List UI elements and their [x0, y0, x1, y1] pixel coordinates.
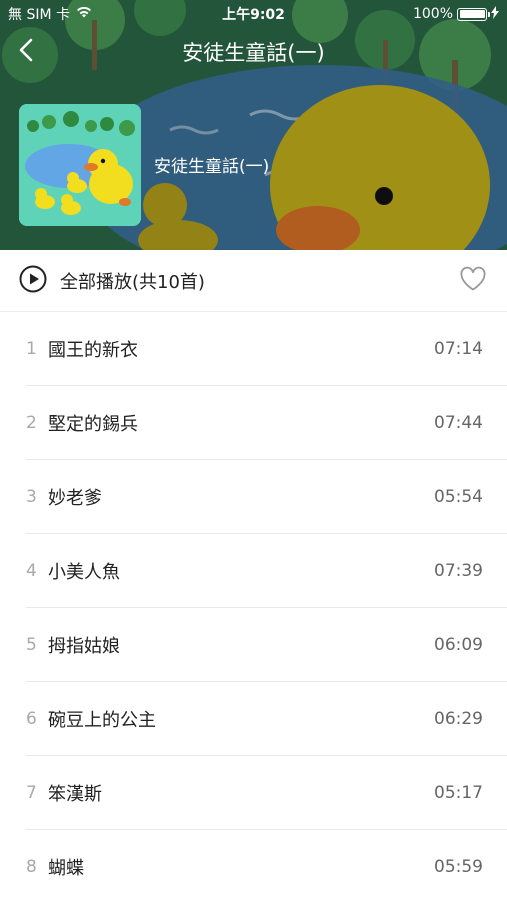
play-all-label[interactable]: 全部播放(共10首)	[60, 268, 457, 294]
track-number: 8	[26, 857, 37, 877]
track-number: 4	[26, 561, 37, 581]
track-number: 2	[26, 413, 37, 433]
status-bar: 無 SIM 卡 上午9:02 100%	[0, 0, 507, 28]
track-duration: 05:59	[434, 857, 483, 877]
track-number: 5	[26, 635, 37, 655]
track-title: 妙老爹	[48, 488, 102, 509]
track-row[interactable]: 8 蝴蝶 05:59	[0, 830, 507, 900]
wifi-icon	[76, 6, 92, 22]
track-title: 小美人魚	[48, 562, 120, 583]
track-row[interactable]: 6 碗豆上的公主 06:29	[0, 682, 507, 756]
track-duration: 06:29	[434, 709, 483, 729]
play-all-button[interactable]	[18, 265, 48, 297]
track-row[interactable]: 5 拇指姑娘 06:09	[0, 608, 507, 682]
track-list: 1 國王的新衣 07:14 2 堅定的錫兵 07:44 3 妙老爹 05:54 4 小美人魚 07:3…	[0, 312, 507, 900]
track-duration: 06:09	[434, 635, 483, 655]
track-number: 1	[26, 339, 37, 359]
play-all-row: 全部播放(共10首)	[0, 250, 507, 312]
track-title: 國王的新衣	[48, 340, 138, 361]
battery-cap	[488, 11, 490, 17]
track-row[interactable]: 3 妙老爹 05:54	[0, 460, 507, 534]
page-title: 安徒生童話(一)	[182, 41, 325, 65]
track-number: 3	[26, 487, 37, 507]
track-title: 笨漢斯	[48, 784, 102, 805]
battery-fill	[459, 10, 485, 18]
track-number: 6	[26, 709, 37, 729]
status-right: 100%	[329, 5, 499, 23]
album-header: 無 SIM 卡 上午9:02 100% 安徒生童話(一) 安徒生童話(一)	[0, 0, 507, 250]
track-row[interactable]: 1 國王的新衣 07:14	[0, 312, 507, 386]
status-left: 無 SIM 卡	[8, 4, 178, 24]
back-button[interactable]	[10, 36, 42, 68]
track-duration: 07:14	[434, 339, 483, 359]
track-row[interactable]: 2 堅定的錫兵 07:44	[0, 386, 507, 460]
status-time: 上午9:02	[222, 7, 285, 23]
track-title: 蝴蝶	[48, 858, 84, 879]
track-title: 堅定的錫兵	[48, 414, 138, 435]
track-row[interactable]: 7 笨漢斯 05:17	[0, 756, 507, 830]
play-circle-icon	[19, 265, 47, 297]
battery-percent: 100%	[412, 6, 453, 22]
chevron-left-icon	[19, 38, 33, 66]
album-cover-art	[19, 104, 141, 226]
track-number: 7	[26, 783, 37, 803]
album-cover[interactable]	[19, 104, 141, 226]
track-duration: 07:44	[434, 413, 483, 433]
battery-icon	[457, 7, 490, 21]
album-name: 安徒生童話(一)	[154, 157, 270, 177]
nav-bar: 安徒生童話(一)	[0, 32, 507, 72]
favorite-button[interactable]	[457, 265, 489, 297]
carrier-label: 無 SIM 卡	[8, 7, 70, 23]
charging-bolt-icon	[491, 5, 499, 23]
track-duration: 05:54	[434, 487, 483, 507]
track-title: 碗豆上的公主	[48, 710, 156, 731]
track-title: 拇指姑娘	[48, 636, 120, 657]
track-duration: 07:39	[434, 561, 483, 581]
track-duration: 05:17	[434, 783, 483, 803]
heart-outline-icon	[459, 266, 487, 296]
track-row[interactable]: 4 小美人魚 07:39	[0, 534, 507, 608]
